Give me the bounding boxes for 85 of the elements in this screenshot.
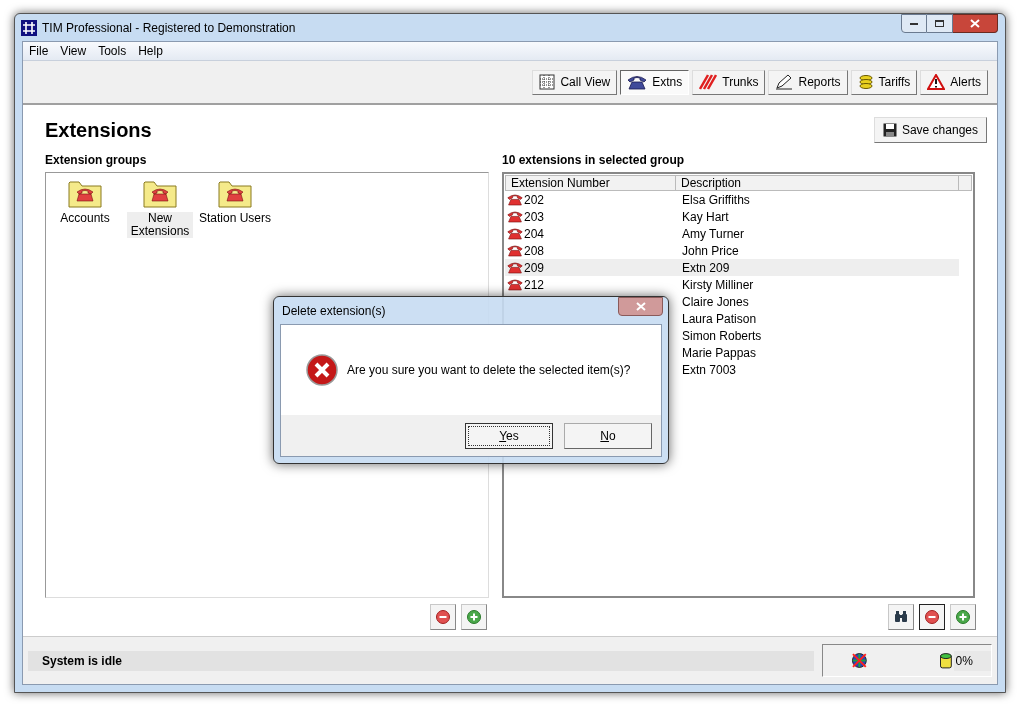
window-title: TIM Professional - Registered to Demonstration [42, 19, 296, 37]
table-row[interactable]: 203 Kay Hart [505, 208, 959, 225]
table-cell-text: Simon Roberts [681, 327, 762, 345]
menu-item[interactable]: Help [132, 42, 169, 60]
folder-icon [218, 179, 252, 209]
table-cell-text: Kay Hart [681, 208, 729, 226]
toolbar-button[interactable]: Trunks [692, 69, 766, 95]
column-header[interactable]: Description [676, 175, 959, 191]
folder-icon [143, 179, 177, 209]
maximize-button[interactable] [927, 14, 953, 33]
minus-icon [436, 610, 450, 624]
table-cell-text: Amy Turner [681, 225, 744, 243]
column-header[interactable]: Extension Number [505, 175, 676, 191]
phone-icon [507, 261, 523, 274]
phone-icon [507, 193, 523, 206]
plus-icon [956, 610, 970, 624]
table-cell-text: Marie Pappas [681, 344, 757, 362]
table-cell-text: Extn 209 [681, 259, 730, 277]
save-button[interactable]: Save changes [873, 117, 987, 143]
phone-icon [507, 244, 523, 257]
table-cell-text: Elsa Griffiths [681, 191, 750, 209]
table-row[interactable]: 202 Elsa Griffiths [505, 191, 959, 208]
dialog-title: Delete extension(s) [282, 302, 386, 320]
group-label: Station Users [198, 212, 272, 225]
table-cell-text: 209 [524, 259, 545, 277]
close-icon [635, 302, 646, 311]
binoculars-icon [894, 611, 908, 623]
menu-item[interactable]: View [54, 42, 93, 60]
remove-button[interactable] [919, 604, 945, 630]
coins-icon [857, 74, 874, 90]
minimize-button[interactable] [901, 14, 927, 33]
dialog-button[interactable]: Yes [465, 422, 553, 449]
pencil-icon [775, 74, 794, 90]
table-row[interactable]: 204 Amy Turner [505, 225, 959, 242]
toolbar-button[interactable]: Extns [620, 69, 690, 95]
table-cell-text: 204 [524, 225, 545, 243]
group-item[interactable]: New Extensions [127, 179, 193, 238]
section-label: Extension groups [45, 152, 148, 167]
database-icon [939, 652, 952, 669]
phone-icon [507, 227, 523, 240]
find-button[interactable] [888, 604, 914, 630]
table-row[interactable]: 208 John Price [505, 242, 959, 259]
toolbar-button[interactable]: Reports [768, 69, 848, 95]
phone-icon [627, 74, 648, 90]
warning-icon [927, 74, 946, 90]
add-button[interactable] [950, 604, 976, 630]
dialog-button[interactable]: No [564, 422, 652, 449]
menu-item[interactable]: Tools [92, 42, 133, 60]
menu-item[interactable]: File [23, 42, 55, 60]
disconnected-icon [851, 652, 868, 669]
status-message: System is idle [28, 650, 814, 671]
phone-icon [507, 210, 523, 223]
table-cell-text: 212 [524, 276, 545, 294]
add-button[interactable] [461, 604, 487, 630]
table-icon [539, 74, 556, 90]
stripes-icon [699, 74, 718, 90]
table-cell-text: 202 [524, 191, 545, 209]
dialog-message: Are you sure you want to delete the selected item(s)? [347, 362, 631, 379]
group-label: Accounts [59, 212, 111, 225]
usage-reading: 0% [953, 650, 991, 671]
table-cell-text: John Price [681, 242, 739, 260]
group-item[interactable]: Accounts [52, 179, 118, 225]
folder-icon [68, 179, 102, 209]
phone-icon [507, 278, 523, 291]
table-cell-text: Kirsty Milliner [681, 276, 754, 294]
grid-app-icon [21, 19, 37, 36]
table-cell-text: 208 [524, 242, 545, 260]
toolbar-button[interactable]: Alerts [920, 69, 988, 95]
table-cell-text: 203 [524, 208, 545, 226]
section-label: 10 extensions in selected group [502, 152, 686, 167]
page-heading: Extensions [45, 118, 152, 143]
floppy-icon [882, 123, 897, 137]
table-cell-text: Laura Patison [681, 310, 757, 328]
close-button[interactable] [953, 14, 998, 33]
table-row[interactable]: 212 Kirsty Milliner [505, 276, 959, 293]
minus-icon [925, 610, 939, 624]
close-icon [970, 19, 980, 28]
plus-icon [467, 610, 481, 624]
table-row[interactable]: 209 Extn 209 [505, 259, 959, 276]
group-label: New Extensions [127, 212, 193, 238]
toolbar-button[interactable]: Tariffs [850, 69, 918, 95]
error-icon [306, 354, 338, 386]
toolbar-button[interactable]: Call View [532, 69, 618, 95]
table-cell-text: Claire Jones [681, 293, 749, 311]
close-button[interactable] [618, 297, 663, 316]
